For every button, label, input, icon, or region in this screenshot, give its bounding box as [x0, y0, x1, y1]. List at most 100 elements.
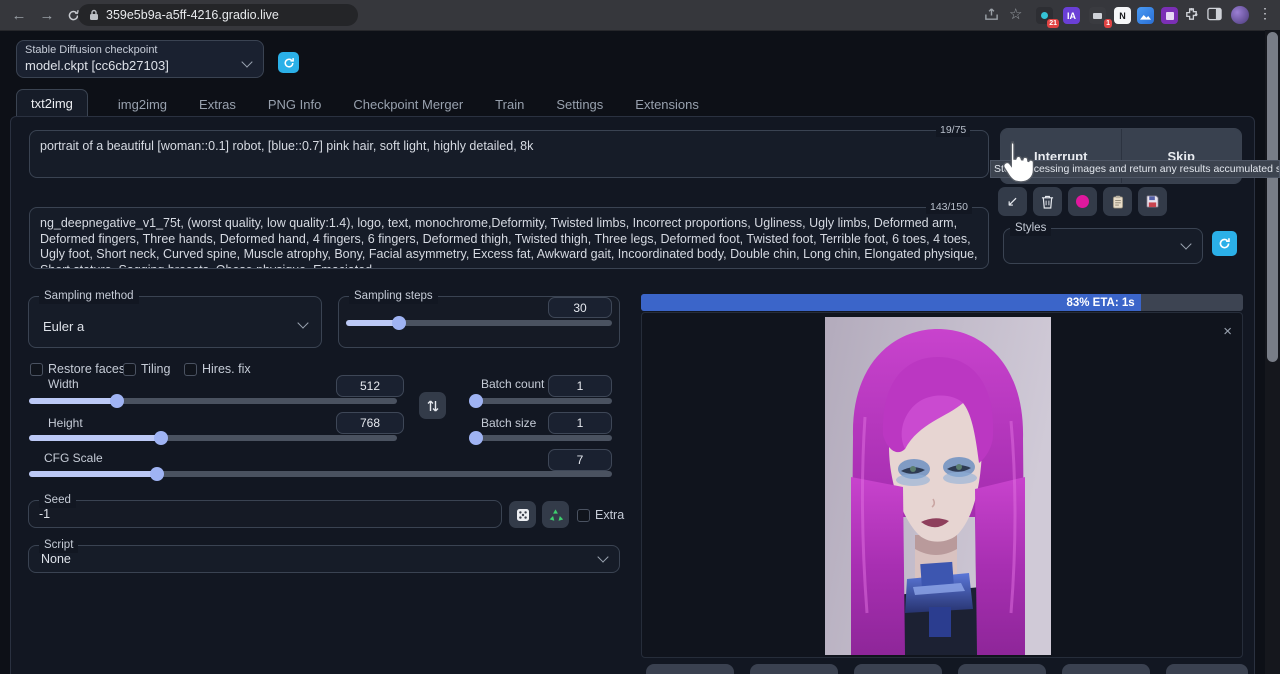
tab-png-info[interactable]: PNG Info	[266, 91, 323, 118]
tiling-option[interactable]: Tiling	[123, 362, 170, 376]
width-value[interactable]: 512	[336, 375, 404, 397]
extra-seed-checkbox[interactable]	[577, 509, 590, 522]
save-style-button[interactable]	[1138, 187, 1167, 216]
height-value[interactable]: 768	[336, 412, 404, 434]
lock-icon	[89, 9, 99, 21]
screen: ← → 359e5b9a-a5ff-4216.gradio.live ☆ 21 …	[0, 0, 1280, 674]
capture-extension-icon[interactable]: 1	[1089, 7, 1106, 24]
tiling-checkbox[interactable]	[123, 363, 136, 376]
generated-image-preview[interactable]	[825, 317, 1051, 655]
prompt-input[interactable]: portrait of a beautiful [woman::0.1] rob…	[29, 130, 989, 178]
trash-icon	[1041, 195, 1054, 209]
sampling-method-dropdown[interactable]: Sampling method Euler a	[28, 296, 322, 348]
browser-menu-icon[interactable]: ⋮	[1258, 5, 1272, 22]
tab-checkpoint-merger[interactable]: Checkpoint Merger	[351, 91, 465, 118]
output-action-button[interactable]	[646, 664, 734, 674]
url-bar[interactable]: 359e5b9a-a5ff-4216.gradio.live	[78, 4, 358, 26]
recycle-icon	[548, 508, 563, 522]
prompt-token-counter: 19/75	[936, 123, 970, 137]
tab-train[interactable]: Train	[493, 91, 526, 118]
random-seed-button[interactable]	[509, 501, 536, 528]
sidebar-panel-icon[interactable]	[1207, 7, 1222, 26]
restore-faces-option[interactable]: Restore faces	[30, 362, 125, 376]
slider-knob[interactable]	[110, 394, 124, 408]
styles-label: Styles	[1010, 221, 1051, 236]
extra-networks-button[interactable]	[1068, 187, 1097, 216]
output-action-button[interactable]	[750, 664, 838, 674]
image-extension-icon[interactable]	[1137, 7, 1154, 24]
slider-knob[interactable]	[392, 316, 406, 330]
scrollbar-track[interactable]	[1265, 30, 1280, 674]
slider-knob[interactable]	[150, 467, 164, 481]
tab-img2img[interactable]: img2img	[116, 91, 169, 118]
slider-knob[interactable]	[154, 431, 168, 445]
batch-size-slider[interactable]	[470, 435, 612, 441]
share-glyph	[984, 7, 999, 22]
hires-fix-option[interactable]: Hires. fix	[184, 362, 251, 376]
slider-fill	[29, 398, 117, 404]
mountain-glyph	[1140, 11, 1151, 20]
output-action-button[interactable]	[1062, 664, 1150, 674]
height-slider[interactable]	[29, 435, 397, 441]
slider-knob[interactable]	[469, 394, 483, 408]
apply-styles-button[interactable]	[1103, 187, 1132, 216]
bookmark-star-icon[interactable]: ☆	[1009, 5, 1022, 23]
save-floppy-icon	[1146, 195, 1159, 208]
pin-dot	[1041, 12, 1048, 19]
seed-value: -1	[39, 507, 50, 521]
notion-extension-icon[interactable]: N	[1114, 7, 1131, 24]
swap-dimensions-button[interactable]	[419, 392, 446, 419]
hires-fix-checkbox[interactable]	[184, 363, 197, 376]
batch-size-value[interactable]: 1	[548, 412, 612, 434]
tab-settings[interactable]: Settings	[554, 91, 605, 118]
share-icon[interactable]	[984, 7, 999, 27]
slider-fill	[29, 435, 161, 441]
close-preview-icon[interactable]: ×	[1223, 325, 1232, 339]
slider-knob[interactable]	[469, 431, 483, 445]
cfg-scale-slider[interactable]	[29, 471, 612, 477]
output-action-button[interactable]	[958, 664, 1046, 674]
onenote-extension-icon[interactable]	[1161, 7, 1178, 24]
styles-dropdown[interactable]: Styles	[1003, 228, 1203, 264]
checkpoint-value: model.ckpt [cc6cb27103]	[25, 58, 169, 73]
batch-count-value[interactable]: 1	[548, 375, 612, 397]
reuse-seed-button[interactable]	[542, 501, 569, 528]
scrollbar-thumb[interactable]	[1267, 32, 1278, 362]
tab-bar: txt2img img2img Extras PNG Info Checkpoi…	[16, 89, 701, 118]
clear-prompt-button[interactable]	[1033, 187, 1062, 216]
seed-input[interactable]: Seed -1	[28, 500, 502, 528]
progress-bar: 83% ETA: 1s	[641, 294, 1243, 311]
refresh-checkpoint-button[interactable]	[278, 52, 299, 73]
extensions-puzzle-icon[interactable]	[1184, 7, 1199, 27]
back-icon[interactable]: ←	[8, 4, 30, 26]
batch-count-slider[interactable]	[470, 398, 612, 404]
cfg-scale-value[interactable]: 7	[548, 449, 612, 471]
negative-prompt-token-counter: 143/150	[926, 200, 972, 214]
height-label: Height	[48, 416, 83, 430]
script-dropdown[interactable]: Script None	[28, 545, 620, 573]
output-action-button[interactable]	[1166, 664, 1248, 674]
hand-cursor	[998, 140, 1034, 191]
read-generation-params-button[interactable]: ↙	[998, 187, 1027, 216]
refresh-styles-button[interactable]	[1212, 231, 1237, 256]
output-action-button[interactable]	[854, 664, 942, 674]
pinned-extension-icon[interactable]: 21	[1036, 7, 1053, 24]
checkpoint-dropdown[interactable]: Stable Diffusion checkpoint model.ckpt […	[16, 40, 264, 78]
negative-prompt-input[interactable]: ng_deepnegative_v1_75t, (worst quality, …	[29, 207, 989, 269]
sampling-steps-value[interactable]: 30	[548, 297, 612, 318]
profile-avatar[interactable]	[1231, 6, 1249, 24]
extra-seed-option[interactable]: Extra	[577, 508, 624, 522]
dice-icon	[516, 508, 530, 522]
tab-extensions[interactable]: Extensions	[633, 91, 701, 118]
tab-extras[interactable]: Extras	[197, 91, 238, 118]
tab-txt2img[interactable]: txt2img	[16, 89, 88, 118]
hand-cursor-glyph	[998, 140, 1034, 186]
ia-extension-icon[interactable]: IA	[1063, 7, 1080, 24]
width-slider[interactable]	[29, 398, 397, 404]
slider-fill	[470, 398, 476, 404]
forward-icon[interactable]: →	[36, 4, 58, 26]
sampling-steps-slider[interactable]	[346, 320, 612, 326]
restore-faces-checkbox[interactable]	[30, 363, 43, 376]
swap-arrows-icon	[427, 399, 439, 413]
url-text: 359e5b9a-a5ff-4216.gradio.live	[106, 8, 279, 22]
